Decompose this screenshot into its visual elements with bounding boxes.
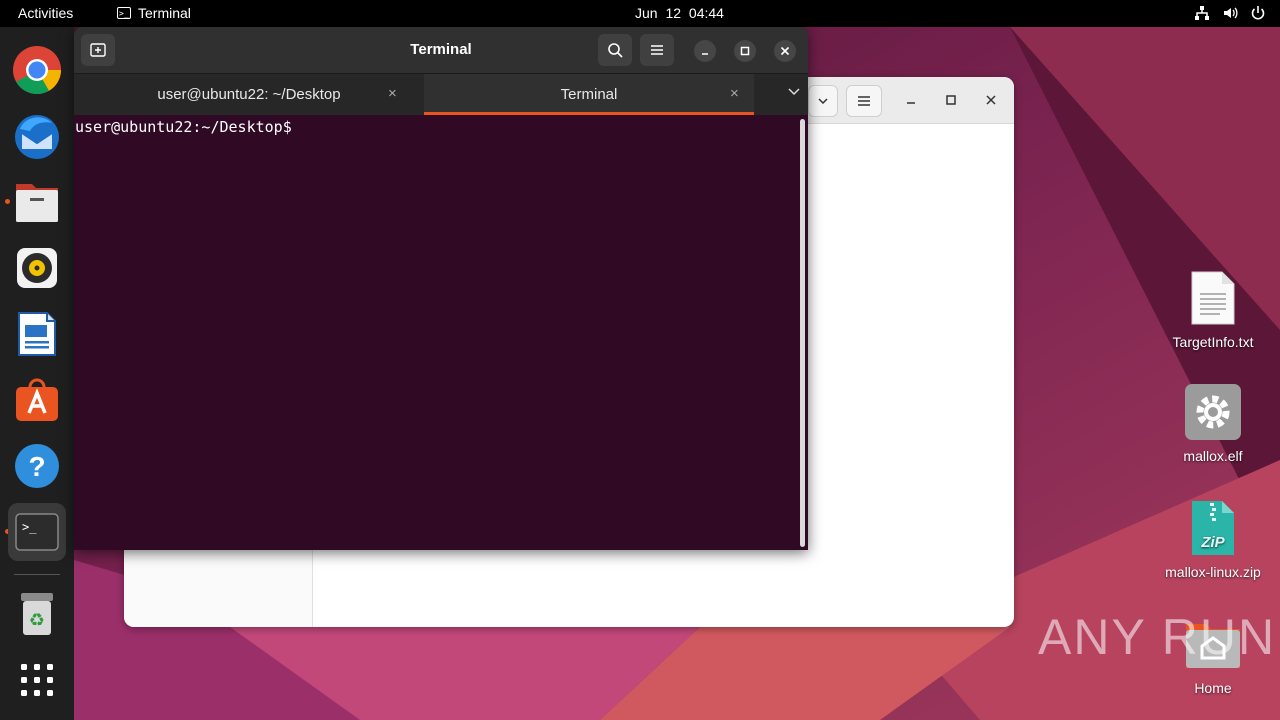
terminal-app-icon: >_: [117, 7, 131, 19]
show-apps-icon: [21, 664, 53, 696]
files-minimize-button[interactable]: [900, 89, 922, 111]
chrome-icon: [13, 46, 62, 95]
executable-gear-icon: [1185, 384, 1241, 440]
help-icon: ?: [15, 444, 59, 488]
desktop-icon-mallox-elf[interactable]: mallox.elf: [1153, 382, 1273, 464]
desktop-icon-label: Home: [1194, 680, 1232, 696]
volume-icon: [1224, 7, 1238, 19]
dock: ? >_ ♻: [0, 27, 74, 720]
svg-text:?: ?: [28, 451, 45, 482]
maximize-icon: [946, 95, 956, 105]
svg-text:>_: >_: [22, 520, 37, 534]
hamburger-icon: [858, 96, 870, 106]
watermark-text: ANY RUN: [1038, 609, 1277, 665]
terminal-window[interactable]: Terminal user@ubuntu22: ~/Desktop × Term…: [74, 27, 808, 550]
chevron-down-icon: [818, 98, 828, 104]
files-close-button[interactable]: [980, 89, 1002, 111]
files-menu-button[interactable]: [846, 85, 882, 117]
svg-text:ZiP: ZiP: [1200, 534, 1225, 551]
shell-prompt: user@ubuntu22:~/Desktop$: [75, 118, 292, 136]
dock-rhythmbox[interactable]: [8, 239, 66, 297]
scrollbar[interactable]: [800, 119, 805, 547]
files-icon: [16, 184, 58, 222]
maximize-icon: [740, 46, 750, 56]
desktop-icon-label: mallox-linux.zip: [1165, 564, 1261, 580]
zip-archive-icon: ZiP: [1192, 501, 1234, 555]
trash-icon: ♻: [21, 593, 53, 635]
files-maximize-button[interactable]: [940, 89, 962, 111]
terminal-maximize-button[interactable]: [734, 40, 756, 62]
desktop-icon-label: TargetInfo.txt: [1172, 334, 1254, 350]
tab-label: Terminal: [560, 86, 618, 103]
app-menu[interactable]: >_ Terminal: [117, 5, 191, 21]
app-menu-label: Terminal: [138, 5, 191, 21]
power-icon: [1251, 6, 1265, 20]
dock-terminal[interactable]: >_: [8, 503, 66, 561]
terminal-menu-button[interactable]: [640, 34, 674, 66]
search-icon: [608, 43, 623, 58]
dock-files[interactable]: [8, 173, 66, 231]
dock-trash[interactable]: ♻: [8, 585, 66, 643]
activities-button[interactable]: Activities: [18, 5, 73, 21]
top-bar: Activities >_ Terminal Jun 12 04:44: [0, 0, 1280, 27]
close-icon: [986, 95, 996, 105]
libreoffice-writer-icon: [18, 312, 56, 356]
terminal-icon: >_: [15, 513, 59, 551]
network-icon: [1195, 6, 1209, 20]
tab-label: user@ubuntu22: ~/Desktop: [157, 86, 341, 103]
terminal-header: Terminal: [74, 27, 808, 74]
minimize-icon: [907, 102, 915, 104]
dock-app-center[interactable]: [8, 371, 66, 429]
desktop-icon-targetinfo[interactable]: TargetInfo.txt: [1153, 268, 1273, 350]
minimize-icon: [702, 53, 708, 55]
search-button[interactable]: [598, 34, 632, 66]
rhythmbox-icon: [17, 248, 57, 288]
dock-help[interactable]: ?: [8, 437, 66, 495]
system-tray[interactable]: [1194, 5, 1266, 21]
terminal-output[interactable]: user@ubuntu22:~/Desktop$: [74, 115, 808, 550]
dock-show-apps[interactable]: [8, 651, 66, 709]
tab-terminal[interactable]: Terminal ×: [424, 74, 754, 115]
app-center-icon: [16, 378, 58, 421]
tab-desktop[interactable]: user@ubuntu22: ~/Desktop ×: [74, 74, 424, 115]
dock-libreoffice-writer[interactable]: [8, 305, 66, 363]
desktop-icon-mallox-zip[interactable]: ZiP mallox-linux.zip: [1153, 498, 1273, 580]
tab-bar: user@ubuntu22: ~/Desktop × Terminal ×: [74, 74, 808, 115]
anyrun-watermark: ANY RUN: [1038, 608, 1276, 666]
tab-close-button[interactable]: ×: [388, 85, 397, 102]
view-options-button[interactable]: [808, 85, 838, 117]
tab-list-button[interactable]: [788, 84, 800, 99]
dock-thunderbird[interactable]: [8, 107, 66, 165]
desktop-icon-label: mallox.elf: [1183, 448, 1243, 464]
clock[interactable]: Jun 12 04:44: [635, 5, 724, 21]
svg-text:♻: ♻: [29, 610, 45, 631]
dock-separator: [14, 574, 60, 575]
dock-chrome[interactable]: [8, 41, 66, 99]
terminal-close-button[interactable]: [774, 40, 796, 62]
text-file-icon: [1191, 271, 1235, 325]
thunderbird-icon: [15, 115, 59, 159]
hamburger-icon: [651, 45, 663, 55]
chevron-down-icon: [788, 88, 800, 96]
tab-close-button[interactable]: ×: [730, 85, 739, 102]
terminal-minimize-button[interactable]: [694, 40, 716, 62]
close-icon: [780, 46, 790, 56]
